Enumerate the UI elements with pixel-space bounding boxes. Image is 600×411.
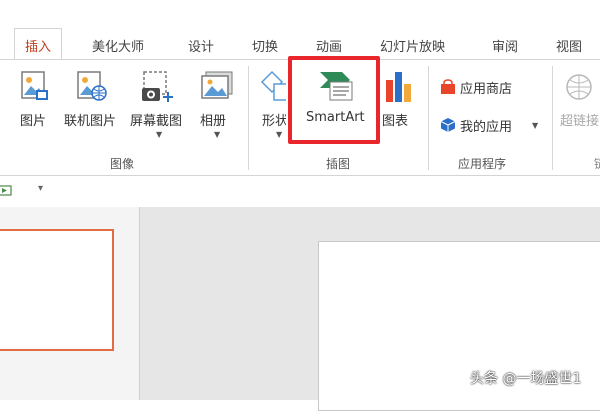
group-separator — [428, 66, 429, 170]
my-apps-icon — [440, 118, 456, 132]
slide-thumbnail[interactable] — [0, 229, 114, 351]
tab-insert-label: 插入 — [24, 40, 51, 55]
group-separator — [552, 66, 553, 170]
app-store-label: 应用商店 — [460, 82, 513, 97]
photo-album-label: 相册 — [200, 114, 227, 129]
images-group-label: 图像 — [110, 157, 135, 171]
shapes-icon — [260, 70, 286, 101]
apps-group-label: 应用程序 — [458, 157, 507, 171]
shapes-button[interactable]: 形状 ▼ — [256, 66, 286, 158]
customize-toolbar-icon[interactable]: ▾ — [38, 183, 43, 194]
tab-beautify-master[interactable]: 美化大师 — [92, 36, 144, 55]
picture-button[interactable]: 图片 — [14, 66, 58, 148]
chart-button[interactable]: 图表 — [380, 66, 420, 148]
screenshot-dropdown-icon: ▼ — [156, 130, 163, 139]
shapes-label: 形状 — [262, 114, 286, 129]
photo-album-icon — [201, 71, 233, 99]
slide-thumbnail-pane — [0, 207, 140, 400]
tab-animations[interactable]: 动画 — [316, 36, 342, 55]
hyperlink-button: 超链接 — [558, 66, 600, 148]
start-slideshow-icon[interactable] — [0, 184, 12, 198]
photo-album-button[interactable]: 相册 ▼ — [194, 66, 242, 158]
chart-label: 图表 — [382, 114, 409, 129]
hyperlink-icon — [566, 74, 592, 100]
tab-transitions[interactable]: 切换 — [252, 36, 278, 55]
illustrations-group-label: 插图 — [326, 157, 351, 171]
tab-slideshow[interactable]: 幻灯片放映 — [380, 36, 445, 55]
shapes-dropdown-icon: ▼ — [276, 130, 283, 139]
group-separator — [248, 66, 249, 170]
links-group-label: 链 — [594, 155, 600, 172]
screenshot-label: 屏幕截图 — [130, 114, 183, 129]
smartart-highlight-box — [288, 56, 380, 144]
picture-icon — [21, 71, 48, 100]
tab-review[interactable]: 审阅 — [492, 36, 518, 55]
watermark-text: 头条 @一场盛世1 — [470, 371, 582, 387]
tab-design[interactable]: 设计 — [188, 36, 214, 55]
app-store-button[interactable]: 应用商店 — [438, 76, 528, 98]
screenshot-button[interactable]: 屏幕截图 ▼ — [128, 66, 190, 158]
chart-icon — [386, 72, 411, 102]
online-pictures-label: 联机图片 — [64, 114, 117, 129]
my-apps-label: 我的应用 — [460, 120, 513, 135]
ribbon-tab-bar: 插入 美化大师 设计 切换 动画 幻灯片放映 审阅 视图 — [0, 0, 600, 60]
tab-view[interactable]: 视图 — [556, 36, 582, 55]
my-apps-button[interactable]: 我的应用 ▼ — [438, 114, 542, 136]
screenshot-icon — [142, 71, 173, 102]
photo-album-dropdown-icon: ▼ — [214, 130, 221, 139]
hyperlink-label: 超链接 — [560, 114, 600, 129]
picture-label: 图片 — [20, 114, 47, 129]
tab-insert[interactable]: 插入 — [14, 28, 62, 60]
store-bag-icon — [441, 79, 455, 94]
quick-access-bar: ▾ — [0, 177, 600, 207]
online-pictures-icon — [77, 71, 107, 101]
online-pictures-button[interactable]: 联机图片 — [62, 66, 126, 148]
my-apps-dropdown-icon: ▼ — [532, 121, 539, 130]
